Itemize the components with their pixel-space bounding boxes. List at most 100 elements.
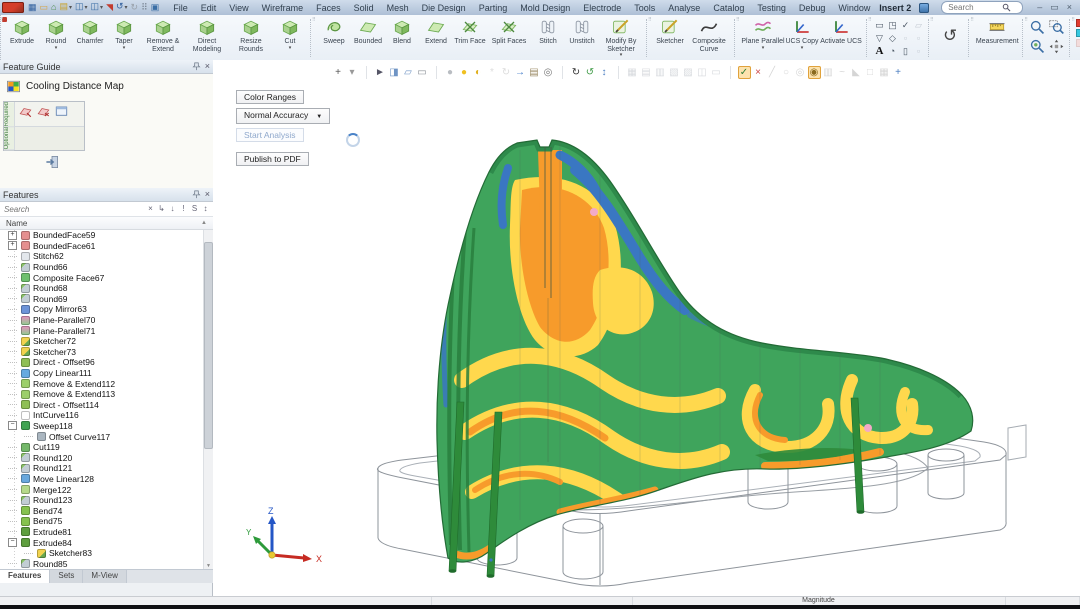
close-icon[interactable]: × bbox=[205, 190, 210, 199]
zoom-icon[interactable] bbox=[1029, 19, 1047, 37]
viewport[interactable]: +▾►◨▱▭●●◐*↻→▤◎↻↺↕▦▤▥▧▨◫▭✓×╱○◎◉▥~◣□▦+ Col… bbox=[213, 60, 1080, 596]
tree-item-remove-extend112[interactable]: Remove & Extend112 bbox=[0, 378, 204, 389]
pick-faces-icon[interactable] bbox=[18, 104, 33, 124]
tree-item-merge122[interactable]: Merge122 bbox=[0, 484, 204, 495]
tree-item-move-linear128[interactable]: Move Linear128 bbox=[0, 474, 204, 485]
range-settings-icon[interactable] bbox=[54, 104, 69, 124]
annotation-tool-icon[interactable]: ◳ bbox=[886, 19, 899, 32]
tree-item-cut119[interactable]: Cut119 bbox=[0, 442, 204, 453]
tab-sets[interactable]: Sets bbox=[50, 570, 83, 583]
tree-item-extrude84[interactable]: −Extrude84 bbox=[0, 537, 204, 548]
ribbon-sweep-button[interactable]: Sweep bbox=[317, 17, 351, 46]
expand-icon[interactable]: + bbox=[8, 241, 17, 250]
ribbon-split-faces-button[interactable]: Split Faces bbox=[487, 17, 531, 46]
tree-item-boundedface59[interactable]: +BoundedFace59 bbox=[0, 230, 204, 241]
menu-faces[interactable]: Faces bbox=[316, 3, 341, 13]
ribbon-unstitch-button[interactable]: Unstitch bbox=[565, 17, 599, 46]
menu-wireframe[interactable]: Wireframe bbox=[262, 3, 304, 13]
ribbon-direct-modeling-button[interactable]: Direct Modeling bbox=[185, 17, 229, 53]
tab-m-view[interactable]: M-View bbox=[83, 570, 127, 583]
ribbon-composite-curve-button[interactable]: Composite Curve bbox=[687, 17, 731, 53]
ribbon-trim-face-button[interactable]: Trim Face bbox=[453, 17, 487, 46]
tree-item-stitch62[interactable]: Stitch62 bbox=[0, 251, 204, 262]
ribbon-cut-button[interactable]: Cut▾ bbox=[273, 17, 307, 50]
zoom-select-icon[interactable] bbox=[1029, 38, 1047, 56]
filter-icon[interactable]: ! bbox=[178, 203, 189, 215]
ribbon-ucs-copy-button[interactable]: UCS Copy▾ bbox=[785, 17, 819, 50]
tree-column-header[interactable]: Name ▲ bbox=[0, 217, 213, 230]
home-icon[interactable]: ⌂ bbox=[51, 2, 56, 13]
menu-solid[interactable]: Solid bbox=[354, 3, 374, 13]
ribbon-plane-parallel-button[interactable]: Plane Parallel▾ bbox=[741, 17, 785, 50]
ribbon-extend-button[interactable]: Extend bbox=[419, 17, 453, 46]
tree-item-round69[interactable]: Round69 bbox=[0, 294, 204, 305]
menu-parting[interactable]: Parting bbox=[479, 3, 508, 13]
menu-window[interactable]: Window bbox=[838, 3, 870, 13]
pin-icon[interactable] bbox=[192, 62, 201, 71]
ribbon-modify-by-sketcher-button[interactable]: Modify By Sketcher▾ bbox=[599, 17, 643, 57]
ribbon-bounded-button[interactable]: Bounded bbox=[351, 17, 385, 46]
ribbon-taper-button[interactable]: Taper▾ bbox=[107, 17, 141, 50]
ribbon-resize-rounds-button[interactable]: Resize Rounds bbox=[229, 17, 273, 53]
annotation-tool-icon[interactable]: ◇ bbox=[886, 32, 899, 45]
tree-item-round66[interactable]: Round66 bbox=[0, 262, 204, 273]
tree-item-sweep118[interactable]: −Sweep118 bbox=[0, 421, 204, 432]
history-rollback-icon[interactable]: ↺ bbox=[935, 17, 965, 55]
tree-item-remove-extend113[interactable]: Remove & Extend113 bbox=[0, 389, 204, 400]
zoom-window-icon[interactable] bbox=[1048, 19, 1066, 37]
tree-item-direct-offset96[interactable]: Direct - Offset96 bbox=[0, 357, 204, 368]
window-minimize-icon[interactable]: – bbox=[1037, 2, 1042, 13]
tree-item-round120[interactable]: Round120 bbox=[0, 452, 204, 463]
tree-item-direct-offset114[interactable]: Direct - Offset114 bbox=[0, 400, 204, 411]
ribbon-extrude-button[interactable]: Extrude bbox=[5, 17, 39, 46]
shoe-last-heatmap[interactable] bbox=[420, 130, 990, 580]
window-layout-icon[interactable]: ◫▾ bbox=[75, 1, 88, 14]
tree-item-round123[interactable]: Round123 bbox=[0, 495, 204, 506]
exit-tool-icon[interactable] bbox=[44, 154, 60, 170]
ribbon-remove-extend-button[interactable]: Remove & Extend bbox=[141, 17, 185, 53]
menu-view[interactable]: View bbox=[229, 3, 248, 13]
window-layout-alt-icon[interactable]: ◫▾ bbox=[91, 1, 104, 14]
app-logo-icon[interactable] bbox=[2, 2, 24, 13]
tree-item-round121[interactable]: Round121 bbox=[0, 463, 204, 474]
menu-edit[interactable]: Edit bbox=[201, 3, 217, 13]
ribbon-chamfer-button[interactable]: Chamfer bbox=[73, 17, 107, 46]
expand-icon[interactable]: + bbox=[8, 231, 17, 240]
pin-icon[interactable] bbox=[192, 190, 201, 199]
save-icon[interactable]: ▦ bbox=[28, 2, 37, 13]
grid-display-icon[interactable]: ⠿ bbox=[141, 2, 148, 13]
menu-testing[interactable]: Testing bbox=[757, 3, 786, 13]
scrollbar-thumb[interactable] bbox=[204, 242, 213, 449]
tree-item-sketcher83[interactable]: Sketcher83 bbox=[0, 548, 204, 559]
ribbon-blend-button[interactable]: Blend bbox=[385, 17, 419, 46]
color-swatch[interactable] bbox=[1076, 29, 1080, 37]
sort-history-icon[interactable]: ↓ bbox=[167, 203, 178, 215]
tree-item-bend74[interactable]: Bend74 bbox=[0, 505, 204, 516]
tree-item-bend75[interactable]: Bend75 bbox=[0, 516, 204, 527]
clear-search-icon[interactable]: × bbox=[145, 203, 156, 215]
tree-item-intcurve116[interactable]: IntCurve116 bbox=[0, 410, 204, 421]
annotation-tool-icon[interactable]: ▫ bbox=[912, 32, 925, 45]
annotation-tool-icon[interactable]: ▯ bbox=[899, 45, 912, 58]
tree-item-copy-linear111[interactable]: Copy Linear111 bbox=[0, 368, 204, 379]
annotation-tool-icon[interactable]: ▫ bbox=[912, 45, 925, 58]
menu-tools[interactable]: Tools bbox=[634, 3, 655, 13]
features-search-input[interactable] bbox=[2, 204, 145, 215]
ribbon-measurement-button[interactable]: Measurement bbox=[975, 17, 1019, 46]
annotation-tool-icon[interactable]: ▱ bbox=[912, 19, 925, 32]
menu-mold-design[interactable]: Mold Design bbox=[520, 3, 570, 13]
tree-item-extrude81[interactable]: Extrude81 bbox=[0, 527, 204, 538]
annotation-tool-icon[interactable]: ◔ bbox=[886, 45, 899, 58]
annotation-tool-icon[interactable]: A bbox=[873, 45, 886, 58]
sort-alpha-icon[interactable]: S bbox=[189, 203, 200, 215]
collapse-icon[interactable]: − bbox=[8, 538, 17, 547]
tree-item-round85[interactable]: Round85 bbox=[0, 558, 204, 569]
scroll-up-icon[interactable]: ▲ bbox=[201, 220, 207, 226]
redo-icon[interactable]: ↻ bbox=[131, 2, 139, 13]
tree-item-offset-curve117[interactable]: Offset Curve117 bbox=[0, 431, 204, 442]
tree-item-plane-parallel70[interactable]: Plane-Parallel70 bbox=[0, 315, 204, 326]
pin-icon[interactable]: ◥ bbox=[106, 2, 113, 13]
menu-mesh[interactable]: Mesh bbox=[387, 3, 409, 13]
close-icon[interactable]: × bbox=[205, 62, 210, 71]
tree-item-sketcher72[interactable]: Sketcher72 bbox=[0, 336, 204, 347]
